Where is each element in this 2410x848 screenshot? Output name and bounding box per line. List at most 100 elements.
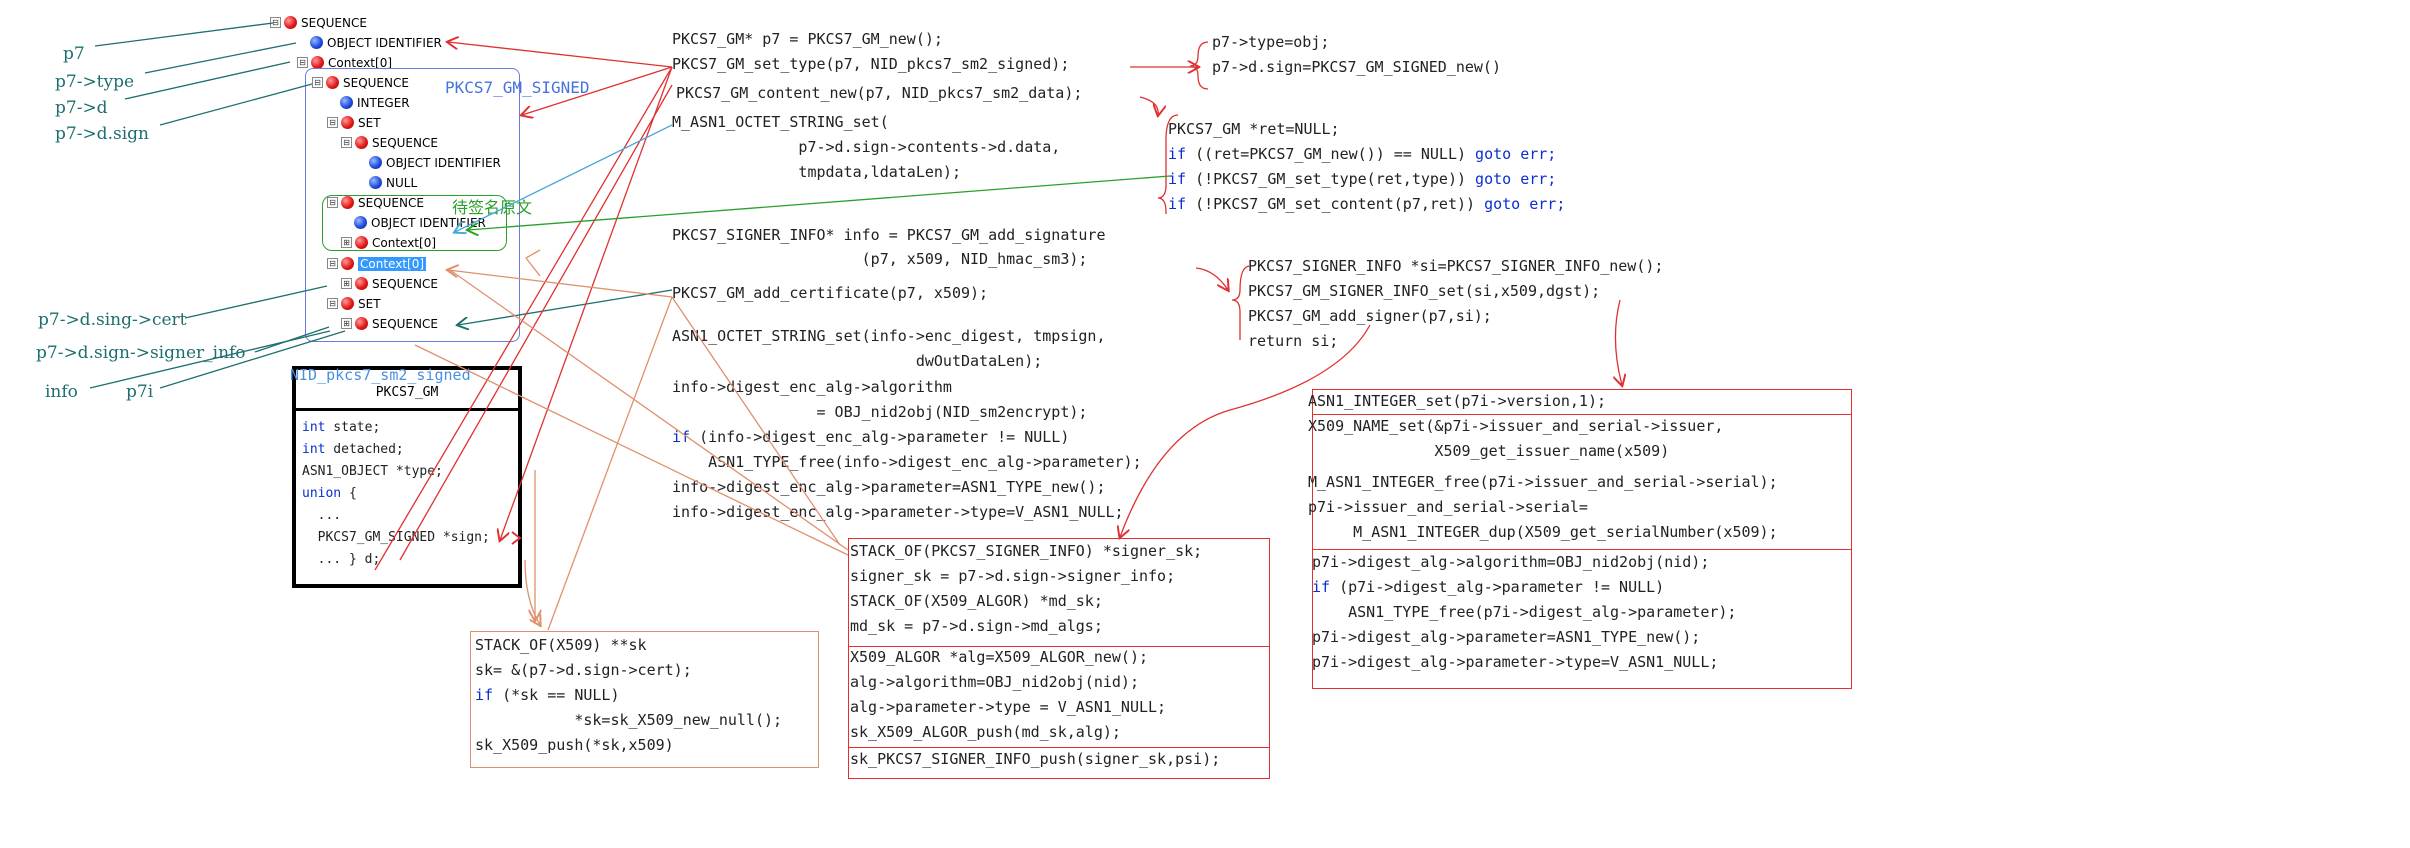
add-signer-line: STACK_OF(X509_ALGOR) *md_sk; [850, 592, 1103, 610]
code-text: (info->digest_enc_alg->parameter != NULL… [690, 428, 1070, 446]
struct-field: int detached; [302, 442, 404, 457]
content-new-line: PKCS7_GM *ret=NULL; [1168, 120, 1340, 139]
add-certificate-line: if (*sk == NULL) [475, 686, 620, 705]
add-certificate-line: sk= &(p7->d.sign->cert); [475, 661, 692, 680]
code-text: ((ret=PKCS7_GM_new()) == NULL) [1186, 145, 1476, 163]
tree-expander-icon[interactable]: ⊟ [297, 57, 308, 68]
main-code-line: PKCS7_SIGNER_INFO* info = PKCS7_GM_add_s… [672, 226, 1106, 244]
code-text: p7i->digest_alg->parameter=ASN1_TYPE_new… [1312, 628, 1701, 646]
signer-info-set-line: p7i->digest_alg->algorithm=OBJ_nid2obj(n… [1312, 553, 1709, 572]
add-signature-line: return si; [1248, 332, 1339, 350]
keyword: int [302, 420, 326, 435]
add-certificate-line: STACK_OF(X509) **sk [475, 636, 647, 655]
keyword: union [302, 486, 342, 501]
code-text: (!PKCS7_GM_set_type(ret,type)) [1186, 170, 1476, 188]
signer-info-set-divider-1 [1312, 414, 1852, 415]
code-text: ... } d; [302, 552, 381, 567]
code-text: ASN1_OBJECT *type; [302, 464, 443, 479]
add-signature-line: PKCS7_GM_add_signer(p7,si); [1248, 307, 1492, 325]
code-text: state; [325, 420, 381, 435]
main-code-line: PKCS7_GM* p7 = PKCS7_GM_new(); [672, 30, 943, 48]
main-code-line: M_ASN1_OCTET_STRING_set( [672, 113, 889, 131]
label-p7-d-sign: p7->d.sign [55, 124, 149, 144]
label-p7-d: p7->d [55, 98, 108, 118]
label-p7-d-sign-signer-info: p7->d.sign->signer_info [36, 343, 246, 363]
signer-info-set-line: X509_get_issuer_name(x509) [1308, 442, 1670, 460]
add-signer-line: alg->algorithm=OBJ_nid2obj(nid); [850, 673, 1139, 691]
code-text: p7i->digest_alg->algorithm=OBJ_nid2obj(n… [1312, 553, 1710, 571]
signer-info-set-line: if (p7i->digest_alg->parameter != NULL) [1312, 578, 1664, 597]
code-text: (*sk == NULL) [493, 686, 620, 704]
signer-info-set-line: M_ASN1_INTEGER_free(p7i->issuer_and_seri… [1308, 473, 1778, 491]
add-signer-line: sk_X509_ALGOR_push(md_sk,alg); [850, 723, 1121, 741]
tree-expander-icon[interactable]: ⊟ [270, 17, 281, 28]
keyword: goto err; [1475, 170, 1557, 188]
asn1-node[interactable]: ⊟ SEQUENCE [270, 14, 367, 31]
add-signature-line: PKCS7_GM_SIGNER_INFO_set(si,x509,dgst); [1248, 282, 1601, 300]
main-code-line: = OBJ_nid2obj(NID_sm2encrypt); [672, 403, 1088, 421]
keyword: if [1168, 170, 1187, 188]
keyword: if [475, 686, 494, 704]
struct-title: PKCS7_GM [375, 385, 439, 400]
struct-field: union { [302, 486, 357, 501]
keyword: if [1168, 145, 1187, 163]
asn1-node-label: SEQUENCE [301, 15, 367, 30]
main-code-line: info->digest_enc_alg->algorithm [672, 378, 952, 396]
content-new-line: if (!PKCS7_GM_set_content(p7,ret)) goto … [1168, 195, 1565, 214]
main-code-line: info->digest_enc_alg->parameter->type=V_… [672, 503, 1124, 521]
set-type-line: p7->d.sign=PKCS7_GM_SIGNED_new() [1212, 58, 1501, 76]
signer-info-set-line: X509_NAME_set(&p7i->issuer_and_serial->i… [1308, 417, 1724, 435]
diagram-canvas: ⊟ SEQUENCE OBJECT IDENTIFIER ⊟ Context[0] ⊟ SE… [0, 0, 2410, 848]
main-code-line: PKCS7_GM_add_certificate(p7, x509); [672, 284, 989, 302]
code-text: (p7i->digest_alg->parameter != NULL) [1330, 578, 1665, 596]
label-info: info [45, 382, 78, 402]
struct-field: int state; [302, 420, 380, 435]
red-node-icon [284, 16, 297, 29]
to-be-signed-label: 待签名原文 [452, 198, 533, 217]
main-code-line: tmpdata,ldataLen); [672, 163, 961, 181]
label-p7-type: p7->type [55, 72, 135, 92]
code-text: STACK_OF(X509) **sk [475, 636, 647, 654]
main-code-line: (p7, x509, NID_hmac_sm3); [672, 250, 1088, 268]
add-signer-line: STACK_OF(PKCS7_SIGNER_INFO) *signer_sk; [850, 542, 1203, 560]
signer-info-set-line: ASN1_TYPE_free(p7i->digest_alg->paramete… [1312, 603, 1736, 622]
keyword: if [1168, 195, 1187, 213]
struct-field: ... [302, 508, 342, 523]
signer-info-set-line: p7i->issuer_and_serial->serial= [1308, 498, 1588, 516]
add-signer-divider-2 [848, 747, 1270, 748]
label-p7: p7 [63, 44, 85, 64]
add-signer-divider-1 [848, 646, 1270, 647]
code-text: sk= &(p7->d.sign->cert); [475, 661, 692, 679]
struct-field: ... } d; [302, 552, 381, 567]
main-code-line: ASN1_OCTET_STRING_set(info->enc_digest, … [672, 327, 1106, 345]
code-text: (!PKCS7_GM_set_content(p7,ret)) [1186, 195, 1485, 213]
label-p7i: p7i [126, 382, 154, 402]
code-text: PKCS7_GM *ret=NULL; [1168, 120, 1340, 138]
add-signer-line: alg->parameter->type = V_ASN1_NULL; [850, 698, 1167, 716]
code-text: p7i->digest_alg->parameter->type=V_ASN1_… [1312, 653, 1719, 671]
main-code-line: dwOutDataLen); [672, 352, 1043, 370]
add-signer-line: sk_PKCS7_SIGNER_INFO_push(signer_sk,psi)… [850, 750, 1221, 768]
add-signer-line: signer_sk = p7->d.sign->signer_info; [850, 567, 1176, 585]
add-signature-line: PKCS7_SIGNER_INFO *si=PKCS7_SIGNER_INFO_… [1248, 257, 1664, 275]
pkcs7-gm-signed-label: PKCS7_GM_SIGNED [445, 78, 590, 97]
asn1-node-label: OBJECT IDENTIFIER [327, 35, 442, 50]
main-code-line: p7->d.sign->contents->d.data, [672, 138, 1061, 156]
signer-info-set-line: p7i->digest_alg->parameter->type=V_ASN1_… [1312, 653, 1718, 672]
signer-info-set-divider-2 [1312, 549, 1852, 550]
code-text: PKCS7_GM_SIGNED *sign; [302, 530, 490, 545]
content-new-line: if (!PKCS7_GM_set_type(ret,type)) goto e… [1168, 170, 1556, 189]
code-text: ... [302, 508, 342, 523]
main-code-line: if (info->digest_enc_alg->parameter != N… [672, 428, 1069, 447]
keyword: goto err; [1475, 145, 1557, 163]
label-p7-d-sing-cert: p7->d.sing->cert [38, 310, 187, 330]
green-links [468, 175, 1171, 230]
main-code-line: info->digest_enc_alg->parameter=ASN1_TYP… [672, 478, 1106, 496]
struct-field: PKCS7_GM_SIGNED *sign; [302, 530, 490, 545]
signer-info-set-line: p7i->digest_alg->parameter=ASN1_TYPE_new… [1312, 628, 1700, 647]
code-text: detached; [325, 442, 404, 457]
pkcs7-gm-struct-box: PKCS7_GM int state; int detached; ASN1_OBJ… [292, 366, 522, 588]
asn1-node[interactable]: OBJECT IDENTIFIER [297, 34, 442, 51]
keyword: int [302, 442, 326, 457]
main-code-line: PKCS7_GM_set_type(p7, NID_pkcs7_sm2_sign… [672, 55, 1070, 73]
